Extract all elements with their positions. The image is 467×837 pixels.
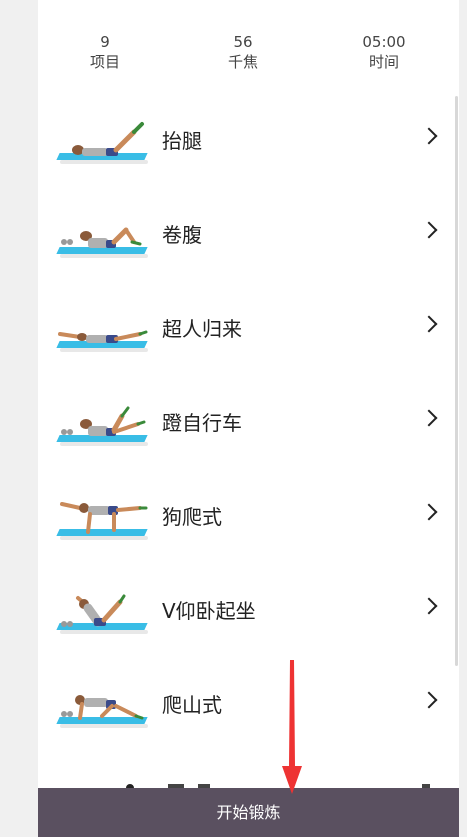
leg-raise-figure-icon: [56, 118, 152, 164]
chevron-right-icon: [420, 221, 438, 239]
stat-items-value: 9: [100, 33, 110, 51]
exercise-name: 蹬自行车: [162, 411, 242, 435]
superman-figure-icon: [56, 306, 152, 352]
next-row-peek: [38, 770, 459, 790]
exercise-row[interactable]: 超人归来: [38, 284, 459, 378]
exercise-name: V仰卧起坐: [162, 599, 256, 623]
stat-time: 05:00 时间: [339, 32, 429, 72]
stat-energy: 56 千焦: [198, 32, 288, 72]
stat-energy-label: 千焦: [227, 53, 258, 71]
exercise-row[interactable]: 爬山式: [38, 660, 459, 754]
exercise-name: 狗爬式: [162, 505, 222, 529]
stat-time-value: 05:00: [362, 33, 406, 51]
exercise-name: 超人归来: [162, 317, 242, 341]
chevron-right-icon: [420, 409, 438, 427]
exercise-name: 爬山式: [162, 693, 222, 717]
exercise-name: 卷腹: [162, 223, 202, 247]
workout-stats: 9 项目 56 千焦 05:00 时间: [38, 32, 459, 82]
exercise-row[interactable]: 蹬自行车: [38, 378, 459, 472]
annotation-arrow-icon: [282, 660, 302, 794]
chevron-right-icon: [420, 691, 438, 709]
stat-time-label: 时间: [368, 53, 399, 71]
start-workout-button[interactable]: 开始锻炼: [38, 788, 459, 837]
crunch-figure-icon: [56, 212, 152, 258]
workout-screen: 9 项目 56 千焦 05:00 时间 抬腿 卷腹 超人归来 蹬自行车 狗爬式 …: [38, 0, 459, 837]
exercise-row[interactable]: 抬腿: [38, 96, 459, 190]
bicycle-crunch-figure-icon: [56, 400, 152, 446]
exercise-row[interactable]: 卷腹: [38, 190, 459, 284]
chevron-right-icon: [420, 597, 438, 615]
stat-energy-value: 56: [233, 33, 253, 51]
chevron-right-icon: [420, 503, 438, 521]
chevron-right-icon: [420, 315, 438, 333]
mountain-climber-figure-icon: [56, 682, 152, 728]
stat-items: 9 项目: [60, 32, 150, 72]
stat-items-label: 项目: [89, 53, 120, 71]
exercise-row[interactable]: 狗爬式: [38, 472, 459, 566]
exercise-row[interactable]: V仰卧起坐: [38, 566, 459, 660]
bird-dog-figure-icon: [56, 494, 152, 540]
v-sit-up-figure-icon: [56, 588, 152, 634]
chevron-right-icon: [420, 127, 438, 145]
exercise-name: 抬腿: [162, 129, 202, 153]
